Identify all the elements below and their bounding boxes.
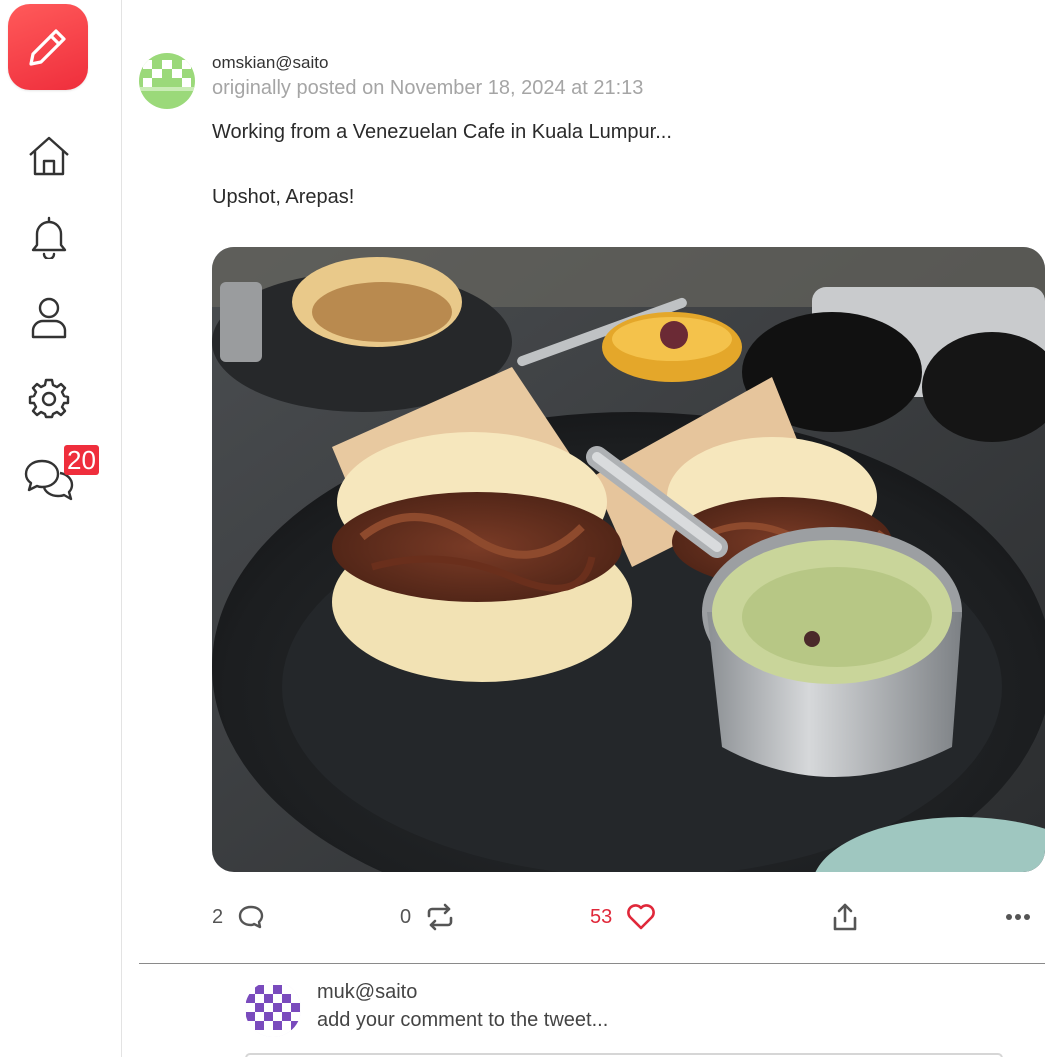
reply-input[interactable]: add your comment to the tweet... (317, 1009, 608, 1032)
nav-notifications[interactable] (23, 211, 75, 263)
retweet-icon (427, 903, 453, 931)
chat-badge: 20 (64, 445, 99, 475)
share-icon (833, 903, 857, 931)
reply-author: muk@saito (317, 981, 418, 1003)
comment-icon (238, 905, 264, 929)
nav-profile[interactable] (23, 292, 75, 344)
post-author[interactable]: omskian@saito (212, 53, 328, 73)
gear-icon (28, 378, 70, 419)
post-text-line-2: Upshot, Arepas! (212, 186, 355, 208)
sidebar: 20 (0, 0, 122, 1057)
app-root: 20 omskian@saito originally posted on No… (0, 0, 1057, 1057)
post-meta-prefix: originally posted on (212, 77, 385, 99)
like-count: 53 (590, 905, 613, 928)
reply-avatar[interactable] (245, 981, 301, 1037)
share-button[interactable] (832, 898, 858, 936)
more-options-button[interactable] (1006, 898, 1030, 936)
nav-home[interactable] (23, 130, 75, 182)
home-icon (29, 136, 69, 176)
author-avatar[interactable] (139, 53, 195, 109)
user-icon (31, 297, 67, 339)
comment-button[interactable]: 2 (212, 898, 265, 936)
like-button[interactable]: 53 (590, 898, 656, 936)
post-text-line-1: Working from a Venezuelan Cafe in Kuala … (212, 121, 672, 143)
post-image[interactable] (212, 247, 1045, 872)
compose-button[interactable] (8, 4, 88, 90)
reply-textbox[interactable] (245, 1053, 1003, 1057)
post-divider (139, 963, 1045, 964)
post-meta: originally posted on November 18, 2024 a… (212, 77, 643, 100)
more-icon (1006, 914, 1030, 920)
pencil-icon (29, 29, 66, 66)
nav-settings[interactable] (23, 372, 75, 424)
retweet-count: 0 (400, 905, 412, 928)
heart-icon (627, 904, 656, 930)
bell-icon (31, 216, 67, 259)
comment-count: 2 (212, 905, 224, 928)
retweet-button[interactable]: 0 (400, 898, 455, 936)
post-date[interactable]: November 18, 2024 at 21:13 (390, 77, 644, 99)
